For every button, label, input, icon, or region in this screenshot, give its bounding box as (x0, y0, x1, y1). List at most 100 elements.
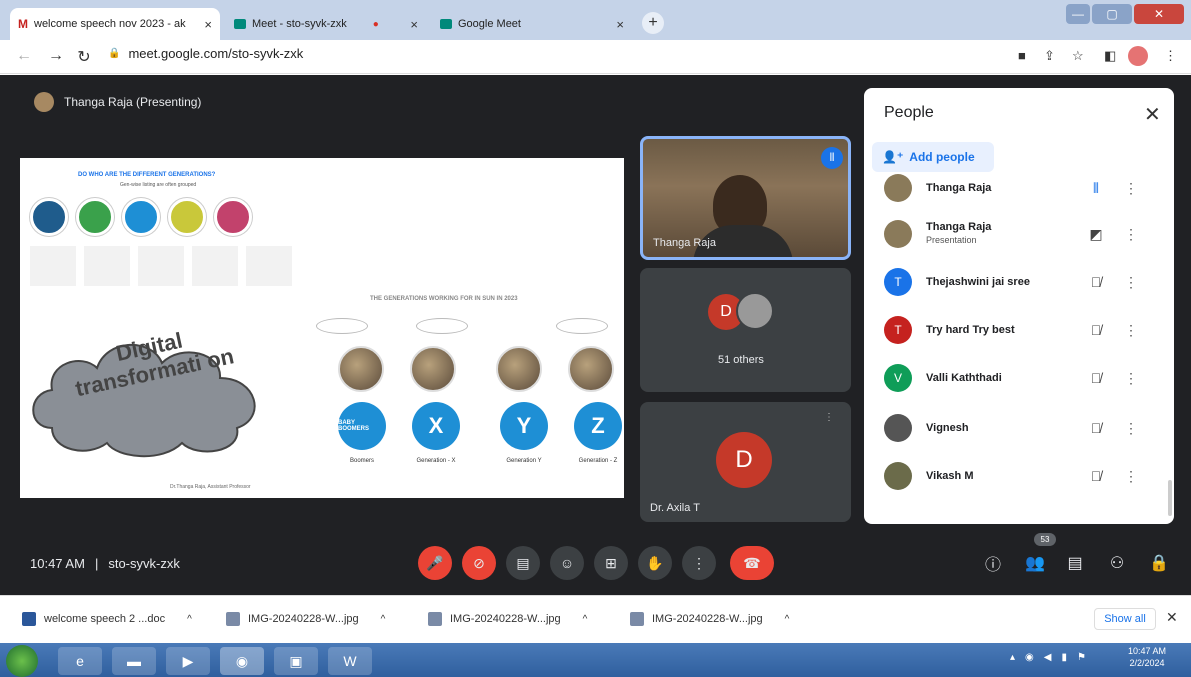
meeting-details-button[interactable]: ⓘ (980, 550, 1006, 576)
close-icon[interactable]: × (410, 17, 418, 32)
network-icon[interactable]: ▣ (274, 647, 318, 675)
minimize-button[interactable]: — (1066, 4, 1090, 24)
word-icon[interactable]: W (328, 647, 372, 675)
window-close-button[interactable]: ✕ (1134, 4, 1184, 24)
back-icon[interactable]: ← (14, 47, 34, 65)
url-text: meet.google.com/sto-syvk-zxk (128, 46, 304, 61)
gen-caption: Boomers (349, 458, 374, 464)
ie-icon[interactable]: e (58, 647, 102, 675)
close-icon[interactable]: × (204, 17, 212, 32)
file-explorer-icon[interactable]: ▬ (112, 647, 156, 675)
download-item[interactable]: welcome speech 2 ...doc ^ (22, 612, 192, 626)
scrollbar[interactable] (1168, 480, 1172, 516)
tab-gmail[interactable]: M welcome speech nov 2023 - ak × (10, 8, 220, 40)
start-button[interactable] (6, 645, 38, 677)
close-icon[interactable]: ✕ (1166, 609, 1178, 626)
more-icon[interactable]: ⋮ (1116, 420, 1146, 437)
raise-hand-button[interactable]: ✋ (638, 546, 672, 580)
more-icon[interactable]: ⋮ (1116, 370, 1146, 387)
more-icon[interactable]: ⋮ (1116, 274, 1146, 291)
more-icon[interactable]: ⋮ (1116, 180, 1146, 197)
tray-arrow-icon[interactable]: ▴ (1010, 652, 1015, 663)
flag-icon[interactable]: ⚑ (1077, 652, 1086, 663)
more-options-button[interactable]: ⋮ (682, 546, 716, 580)
panel-title: People (884, 104, 934, 121)
more-icon[interactable]: ⋮ (824, 412, 834, 423)
chat-button[interactable]: ▤ (1062, 550, 1088, 576)
download-item[interactable]: IMG-20240228-W...jpg ^ (428, 612, 587, 626)
list-item[interactable]: Thanga Raja ⦀ ⋮ (884, 168, 1154, 208)
tab-meet-code[interactable]: Meet - sto-syvk-zxk ● × (226, 8, 426, 40)
download-item[interactable]: IMG-20240228-W...jpg ^ (226, 612, 385, 626)
chevron-up-icon[interactable]: ^ (583, 614, 588, 625)
tab-title: Google Meet (458, 18, 521, 30)
generation-icons-row (30, 198, 252, 236)
presenter-label: Thanga Raja (Presenting) (34, 92, 201, 112)
camera-tile[interactable]: ⦀ Thanga Raja (640, 136, 851, 260)
gen-caption: Generation Y (506, 458, 542, 464)
chevron-up-icon[interactable]: ^ (187, 614, 192, 625)
list-item[interactable]: T Thejashwini jai sree 🎙̸ ⋮ (884, 262, 1154, 302)
new-tab-button[interactable]: + (642, 12, 664, 34)
others-tile[interactable]: D 51 others (640, 268, 851, 392)
presenter-name: Thanga Raja (Presenting) (64, 95, 202, 109)
chevron-up-icon[interactable]: ^ (785, 614, 790, 625)
people-icon: 👥 (1025, 555, 1045, 572)
mic-toggle-button[interactable]: 🎤 (418, 546, 452, 580)
list-item[interactable]: V Valli Kaththadi 🎙̸ ⋮ (884, 358, 1154, 398)
more-icon[interactable]: ⋮ (1116, 322, 1146, 339)
download-name: IMG-20240228-W...jpg (248, 613, 359, 625)
reactions-button[interactable]: ☺ (550, 546, 584, 580)
side-panel-icon[interactable]: ◧ (1104, 48, 1116, 64)
list-item[interactable]: Vikash M 🎙̸ ⋮ (884, 456, 1154, 496)
close-icon[interactable]: ✕ (1144, 102, 1161, 127)
meeting-clock: 10:47 AM (30, 556, 85, 571)
list-item[interactable]: T Try hard Try best 🎙̸ ⋮ (884, 310, 1154, 350)
captions-icon: ▤ (516, 554, 530, 571)
mic-off-icon: 🎙̸ (1090, 420, 1102, 436)
host-controls-button[interactable]: 🔒 (1146, 550, 1172, 576)
taskbar-clock[interactable]: 10:47 AM 2/2/2024 (1128, 645, 1166, 669)
list-item[interactable]: Vignesh 🎙̸ ⋮ (884, 408, 1154, 448)
gen-icon (122, 198, 160, 236)
mic-off-icon: 🎙̸ (1090, 274, 1102, 290)
camera-toggle-button[interactable]: ⊘ (462, 546, 496, 580)
camera-indicator-icon[interactable]: ■ (1018, 48, 1026, 63)
more-icon[interactable]: ⋮ (1116, 468, 1146, 485)
bookmark-star-icon[interactable]: ☆ (1072, 48, 1084, 64)
reload-icon[interactable]: ↻ (74, 47, 94, 67)
slide-footer: Dr.Thanga Raja, Assistant Professor (170, 484, 251, 490)
participant-tile[interactable]: ⋮ D Dr. Axila T (640, 402, 851, 522)
person-name: Vignesh (926, 421, 969, 434)
download-item[interactable]: IMG-20240228-W...jpg ^ (630, 612, 789, 626)
gen-text-block (30, 246, 76, 286)
media-player-icon[interactable]: ▶ (166, 647, 210, 675)
close-icon[interactable]: × (616, 17, 624, 32)
gmail-icon: M (18, 17, 28, 31)
more-icon[interactable]: ⋮ (1116, 226, 1146, 243)
activities-button[interactable]: ⚇ (1104, 550, 1130, 576)
menu-kebab-icon[interactable]: ⋮ (1164, 48, 1177, 64)
chevron-up-icon[interactable]: ^ (381, 614, 386, 625)
url-field[interactable]: 🔒 meet.google.com/sto-syvk-zxk (108, 46, 303, 61)
signal-icon[interactable]: ▮ (1061, 652, 1067, 663)
tab-title: welcome speech nov 2023 - ak (34, 18, 186, 30)
volume-icon[interactable]: ◀ (1044, 652, 1052, 663)
maximize-button[interactable]: ▢ (1092, 4, 1132, 24)
present-button[interactable]: ⊞ (594, 546, 628, 580)
lock-icon: 🔒 (108, 48, 121, 59)
show-all-button[interactable]: Show all (1094, 608, 1156, 630)
meeting-code: sto-syvk-zxk (108, 556, 180, 571)
tab-google-meet[interactable]: Google Meet × (432, 8, 632, 40)
profile-avatar[interactable] (1128, 46, 1148, 66)
chrome-icon[interactable]: ◉ (220, 647, 264, 675)
forward-icon[interactable]: → (46, 47, 66, 65)
captions-button[interactable]: ▤ (506, 546, 540, 580)
list-item[interactable]: Thanga Raja Presentation ◩ ⋮ (884, 214, 1154, 254)
gen-icon (30, 198, 68, 236)
leave-call-button[interactable]: ☎ (730, 546, 774, 580)
chat-icon: ▤ (1067, 555, 1083, 572)
share-icon[interactable]: ⇪ (1044, 48, 1055, 64)
network-tray-icon[interactable]: ◉ (1025, 652, 1034, 663)
people-button[interactable]: 👥 (1022, 550, 1048, 576)
